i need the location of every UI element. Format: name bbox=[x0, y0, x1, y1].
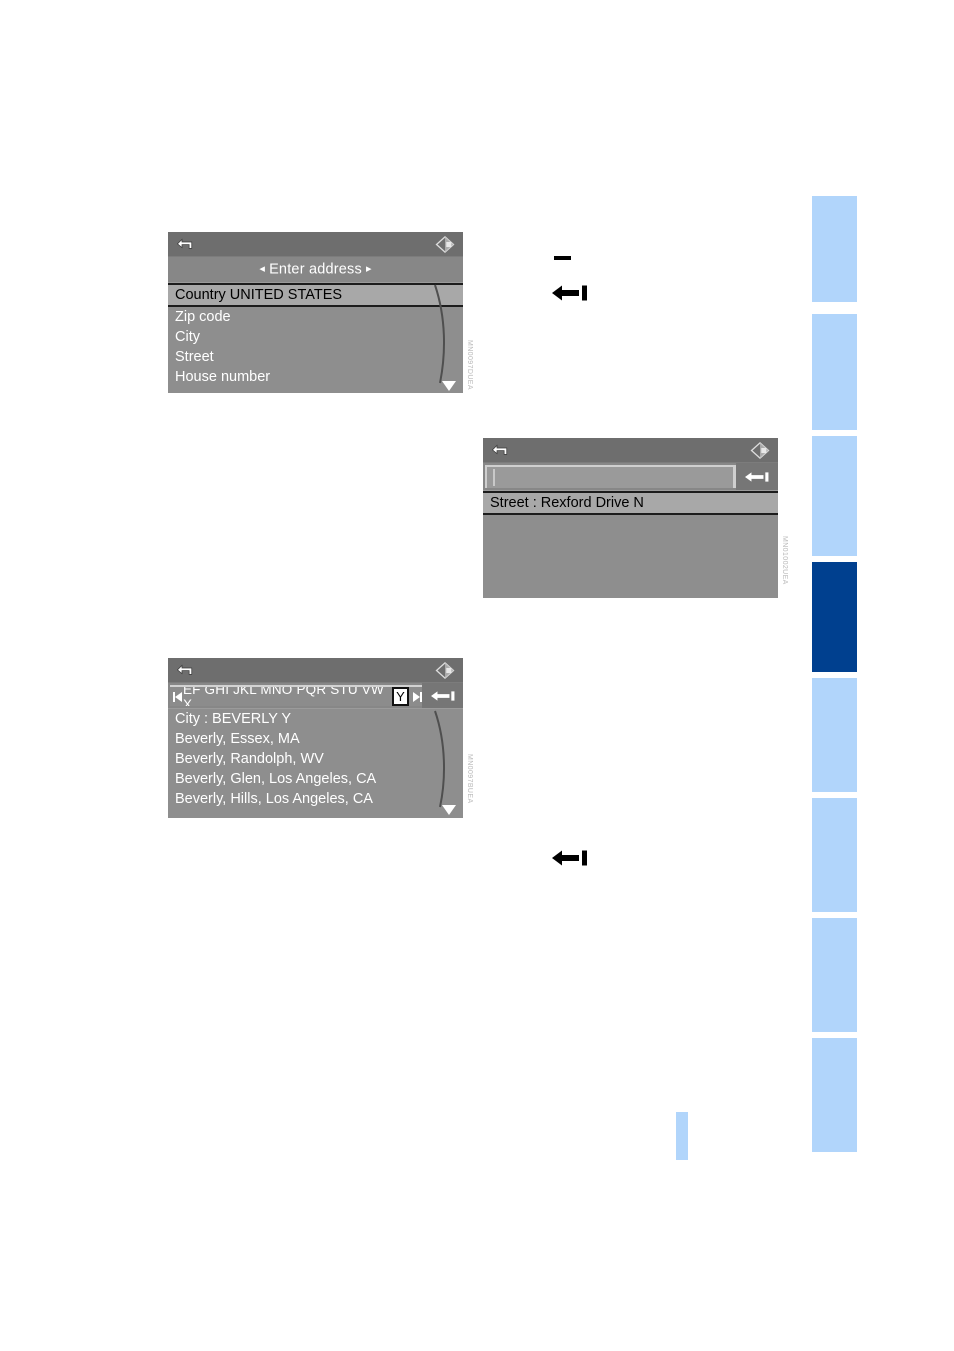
back-arrow-icon[interactable] bbox=[491, 443, 509, 456]
chapter-tab-tab-2[interactable] bbox=[812, 314, 857, 430]
street-input[interactable] bbox=[485, 465, 736, 488]
backspace-key-glyph-bottom bbox=[552, 850, 587, 866]
chapter-tab-tab-3[interactable] bbox=[812, 436, 857, 556]
screen1-list: Country UNITED STATES Zip code City Stre… bbox=[168, 283, 463, 393]
chapter-tab-strip bbox=[812, 0, 857, 1351]
controller-diamond-icon[interactable] bbox=[434, 661, 456, 680]
list-item-house-number[interactable]: House number bbox=[168, 367, 463, 387]
controller-diamond-icon[interactable] bbox=[434, 235, 456, 254]
screenshot-city-speller: EF GHI JKL MNO PQR STU VW X Y City : BEV… bbox=[168, 658, 473, 818]
figure-code: MN0097BUEA bbox=[466, 754, 473, 804]
list-item-city-4[interactable]: Beverly, Hills, Los Angeles, CA bbox=[168, 789, 463, 809]
list-item-country[interactable]: Country UNITED STATES bbox=[168, 283, 463, 307]
chapter-tab-tab-4[interactable] bbox=[812, 562, 857, 672]
chapter-tab-tab-1[interactable] bbox=[812, 196, 857, 302]
scroll-down-icon[interactable] bbox=[442, 805, 456, 815]
text-caret bbox=[493, 469, 495, 486]
figure-code: MN0097DUEA bbox=[466, 340, 473, 390]
subtitle-prev-icon[interactable]: ◂ bbox=[255, 263, 269, 275]
page-edge-marker bbox=[676, 1112, 688, 1160]
list-item-city-3[interactable]: Beverly, Glen, Los Angeles, CA bbox=[168, 769, 463, 789]
screen1-titlebar bbox=[168, 232, 463, 257]
hyphen-key-glyph bbox=[554, 256, 571, 260]
subtitle-next-icon[interactable]: ▸ bbox=[362, 263, 376, 275]
backspace-button[interactable] bbox=[422, 683, 463, 708]
figure-code: MN01002UEA bbox=[781, 536, 788, 585]
screen2-speller-bar bbox=[483, 463, 778, 491]
list-item-street[interactable]: Street bbox=[168, 347, 463, 367]
subtitle-text: Enter address bbox=[269, 261, 362, 278]
controller-diamond-icon[interactable] bbox=[749, 441, 771, 460]
chapter-tab-tab-8[interactable] bbox=[812, 1038, 857, 1152]
alphabet-letter-groups[interactable]: EF GHI JKL MNO PQR STU VW X Y bbox=[170, 685, 422, 706]
screen2-titlebar bbox=[483, 438, 778, 463]
screen2-list: Street : Rexford Drive N bbox=[483, 491, 778, 597]
backspace-icon bbox=[430, 690, 454, 701]
screen3-list: City : BEVERLY Y Beverly, Essex, MA Beve… bbox=[168, 709, 463, 817]
backspace-button[interactable] bbox=[736, 463, 778, 490]
chapter-tab-tab-7[interactable] bbox=[812, 918, 857, 1032]
selected-letter[interactable]: Y bbox=[392, 687, 410, 706]
screen1-subtitle: ◂ Enter address ▸ bbox=[168, 257, 463, 283]
chapter-tab-tab-5[interactable] bbox=[812, 678, 857, 792]
scroll-left-icon[interactable] bbox=[174, 691, 182, 702]
screenshot-street-speller: Street : Rexford Drive N MN01002UEA bbox=[483, 438, 788, 598]
list-item-city[interactable]: City bbox=[168, 327, 463, 347]
back-arrow-icon[interactable] bbox=[176, 237, 194, 250]
list-item-city-1[interactable]: Beverly, Essex, MA bbox=[168, 729, 463, 749]
scroll-right-bar bbox=[420, 691, 422, 702]
list-item-city-2[interactable]: Beverly, Randolph, WV bbox=[168, 749, 463, 769]
backspace-icon bbox=[745, 471, 769, 482]
screen3-titlebar bbox=[168, 658, 463, 683]
input-endcap bbox=[733, 467, 736, 488]
scroll-down-icon[interactable] bbox=[442, 381, 456, 391]
back-arrow-icon[interactable] bbox=[176, 663, 194, 676]
city-query-header: City : BEVERLY Y bbox=[175, 711, 292, 727]
chapter-tab-tab-6[interactable] bbox=[812, 798, 857, 912]
alphabet-groups-text: EF GHI JKL MNO PQR STU VW X bbox=[182, 685, 384, 706]
list-item-zip-code[interactable]: Zip code bbox=[168, 307, 463, 327]
screenshot-enter-address: ◂ Enter address ▸ Country UNITED STATES Zi… bbox=[168, 232, 473, 393]
backspace-key-glyph-top bbox=[552, 285, 587, 301]
screen3-alphabet-bar: EF GHI JKL MNO PQR STU VW X Y bbox=[168, 683, 463, 709]
scroll-right-icon[interactable] bbox=[413, 691, 421, 702]
list-item-street-result[interactable]: Street : Rexford Drive N bbox=[483, 491, 778, 515]
